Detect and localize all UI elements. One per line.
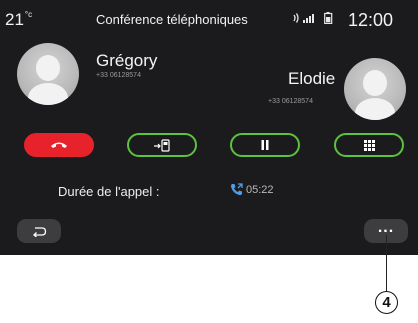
temperature-display: 21°c xyxy=(5,10,32,30)
avatar-head xyxy=(36,55,60,81)
pause-button[interactable] xyxy=(230,133,300,157)
screen-title: Conférence téléphoniques xyxy=(96,12,248,27)
callout-line xyxy=(386,235,387,293)
keypad-icon xyxy=(363,139,375,151)
avatar-gregory xyxy=(17,43,79,105)
back-icon xyxy=(33,226,47,237)
more-options-icon: ... xyxy=(377,219,395,236)
status-icons xyxy=(292,12,333,27)
signal-strength-icon xyxy=(293,13,314,23)
battery-icon xyxy=(324,12,333,25)
phone-icon xyxy=(230,183,243,196)
callout-marker: 4 xyxy=(375,291,398,314)
caller-number-elodie: +33 06128574 xyxy=(268,98,313,105)
transfer-icon xyxy=(154,138,170,152)
caller-number-gregory: +33 06128574 xyxy=(96,72,141,79)
avatar-body xyxy=(28,83,68,105)
avatar-head xyxy=(363,70,387,96)
transfer-button[interactable] xyxy=(127,133,197,157)
hang-up-icon xyxy=(51,142,67,148)
call-duration-label: Durée de l'appel : xyxy=(58,184,160,199)
call-duration-value: 05:22 xyxy=(246,184,274,196)
keypad-button[interactable] xyxy=(334,133,404,157)
pause-icon xyxy=(261,140,269,150)
caller-name-elodie: Elodie xyxy=(288,69,336,88)
temperature-unit: °c xyxy=(24,10,33,19)
temperature-value: 21 xyxy=(5,10,24,29)
avatar-body xyxy=(355,98,395,120)
caller-name-gregory: Grégory xyxy=(96,51,158,70)
hang-up-button[interactable] xyxy=(24,133,94,157)
clock: 12:00 xyxy=(348,10,394,30)
avatar-elodie xyxy=(344,58,406,120)
back-button[interactable] xyxy=(17,219,61,243)
phone-screen: 21°c Conférence téléphoniques 12:00 Grég… xyxy=(0,0,418,255)
